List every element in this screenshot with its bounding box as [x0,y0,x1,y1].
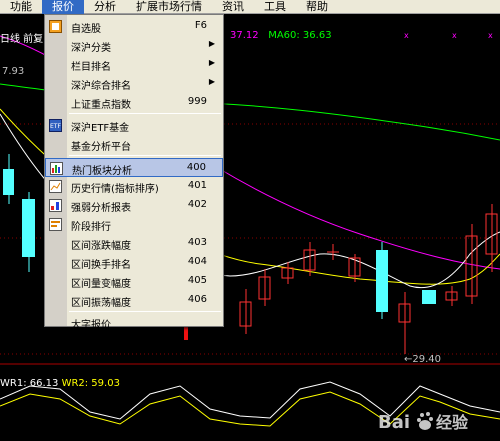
menu-item-large-quote[interactable]: 大字报价 [45,313,223,332]
menu-item-range-volume[interactable]: 区间量变幅度 405 [45,272,223,291]
candle-down [422,290,436,304]
watchlist-icon [49,20,62,33]
menu-item-range-change[interactable]: 区间涨跌幅度 403 [45,234,223,253]
wr2-value: WR2: 59.03 [61,378,120,389]
period-rank-icon [49,218,62,231]
ma20-value: 37.12 [230,30,259,41]
menu-item-hot-sector-analysis[interactable]: 热门板块分析 400 [45,158,223,177]
strength-icon [49,199,62,212]
menu-item-range-oscillation[interactable]: 区间振荡幅度 406 [45,291,223,310]
ma60-value: MA60: 36.63 [268,30,332,41]
candle-down [22,199,35,257]
candle-down [3,169,14,195]
wr-legend: WR1: 66.13 WR2: 59.03 [0,378,120,389]
menu-analysis[interactable]: 分析 [84,0,126,14]
menu-extended-market[interactable]: 扩展市场行情 [126,0,212,14]
history-icon [49,180,62,193]
baidu-logo-icon: Bai 经验 [378,412,469,433]
submenu-arrow-icon: ▶ [208,77,215,86]
menu-item-period-rank[interactable]: 阶段排行 [45,215,223,234]
menu-item-etf-fund[interactable]: ETF 深沪ETF基金 [45,116,223,135]
menu-item-range-turnover[interactable]: 区间换手排名 404 [45,253,223,272]
menu-news[interactable]: 资讯 [212,0,254,14]
menu-item-watchlist[interactable]: 自选股 F6 [45,17,223,36]
svg-text:ETF: ETF [50,123,61,130]
menu-item-column-rank[interactable]: 栏目排名 ▶ [45,55,223,74]
hot-sector-icon [50,162,63,175]
low-price-label: ←29.40 [404,354,442,365]
menu-bar: 功能 报价 分析 扩展市场行情 资讯 工具 帮助 [0,0,500,14]
menu-quotes[interactable]: 报价 [42,0,84,14]
menu-separator [69,311,221,312]
etf-icon: ETF [49,119,62,132]
chart-period-label: 日线 前复 [0,34,44,45]
menu-item-shsz-composite-rank[interactable]: 深沪综合排名 ▶ [45,74,223,93]
menu-item-fund-analysis[interactable]: 基金分析平台 [45,135,223,154]
wr1-value: WR1: 66.13 [0,378,59,389]
baidu-watermark: Bai 经验 [378,408,496,436]
svg-text:Bai: Bai [378,412,410,433]
menu-item-history-quotes[interactable]: 历史行情(指标排序) 401 [45,177,223,196]
svg-text:经验: 经验 [436,413,469,432]
menu-separator [69,155,221,156]
event-marker: x [488,31,493,40]
menu-item-strength-report[interactable]: 强弱分析报表 402 [45,196,223,215]
menu-item-sse-key-index[interactable]: 上证重点指数 999 [45,93,223,112]
menu-item-shsz-category[interactable]: 深沪分类 ▶ [45,36,223,55]
event-marker: x [404,31,409,40]
submenu-arrow-icon: ▶ [208,58,215,67]
menu-tools[interactable]: 工具 [254,0,296,14]
menu-help[interactable]: 帮助 [296,0,338,14]
menu-function[interactable]: 功能 [0,0,42,14]
event-marker: x [452,31,457,40]
candle-down [376,250,388,312]
menu-separator [69,113,221,114]
price-axis-label: 7.93 [2,66,25,77]
quotes-dropdown-menu: 自选股 F6 深沪分类 ▶ 栏目排名 ▶ 深沪综合排名 ▶ 上证重点指数 999… [44,14,224,331]
ma-legend: 37.12 MA60: 36.63 [230,30,332,41]
submenu-arrow-icon: ▶ [208,39,215,48]
